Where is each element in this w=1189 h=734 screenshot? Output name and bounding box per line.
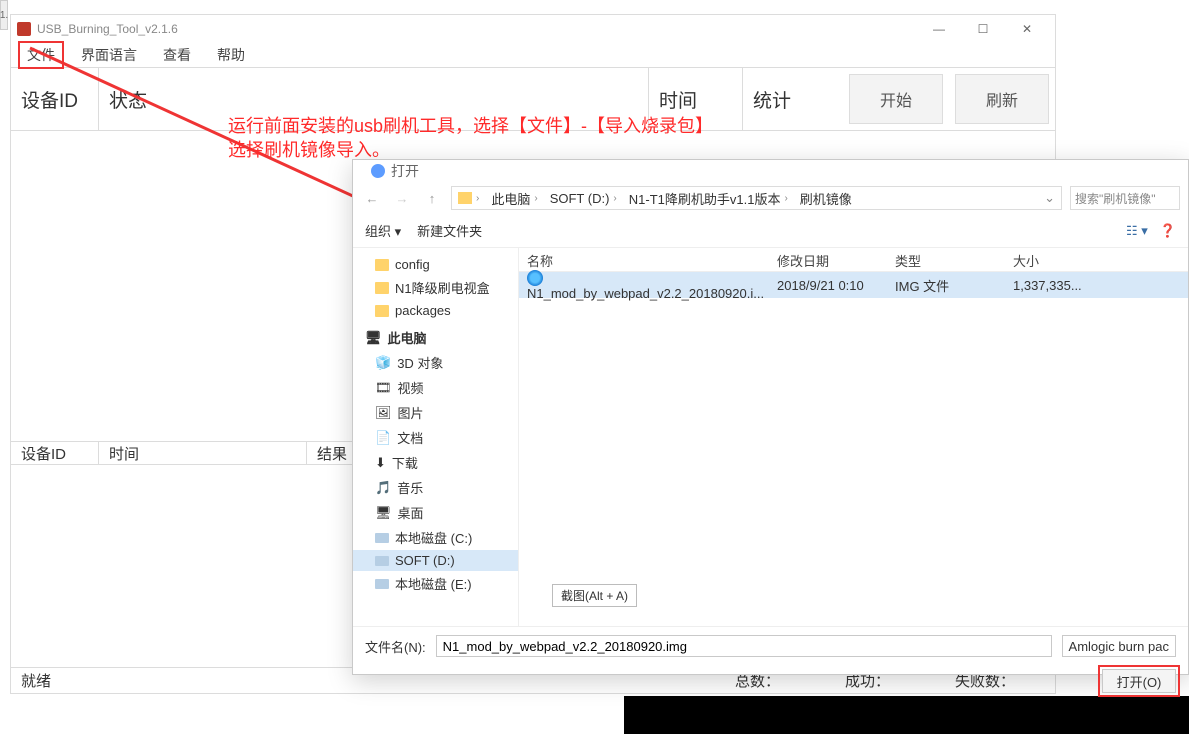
file-row[interactable]: N1_mod_by_webpad_v2.2_20180920.i... 2018… xyxy=(519,272,1188,298)
tree-item-3d-objects[interactable]: 🧊 3D 对象 xyxy=(353,350,518,375)
folder-icon xyxy=(458,192,472,204)
address-bar-row: ← → ↑ › 此电脑› SOFT (D:)› N1-T1降刷机助手v1.1版本… xyxy=(353,182,1188,214)
file-open-dialog: 打开 ← → ↑ › 此电脑› SOFT (D:)› N1-T1降刷机助手v1.… xyxy=(352,159,1189,675)
tree-item-music[interactable]: 🎵 音乐 xyxy=(353,475,518,500)
left-tab-strip: 1. xyxy=(0,0,8,30)
breadcrumb[interactable]: › 此电脑› SOFT (D:)› N1-T1降刷机助手v1.1版本› 刷机镜像… xyxy=(451,186,1062,210)
filename-label: 文件名(N): xyxy=(365,637,426,656)
tree-item-downloads[interactable]: ⬇ 下载 xyxy=(353,450,518,475)
nav-forward-button[interactable]: → xyxy=(391,187,413,209)
start-button[interactable]: 开始 xyxy=(849,74,943,124)
img-file-icon xyxy=(527,270,543,286)
tree-item-videos[interactable]: 🎞 视频 xyxy=(353,375,518,400)
file-date: 2018/9/21 0:10 xyxy=(769,275,887,296)
organize-button[interactable]: 组织 ▾ xyxy=(365,221,401,240)
col2-device-id[interactable]: 设备ID xyxy=(11,442,99,464)
filename-input[interactable] xyxy=(436,635,1052,657)
col-device-id[interactable]: 设备ID xyxy=(11,68,99,130)
tree-item-disk-c[interactable]: 本地磁盘 (C:) xyxy=(353,525,518,550)
help-button[interactable]: ❓ xyxy=(1160,223,1176,239)
search-input[interactable]: 搜索"刷机镜像" xyxy=(1070,186,1180,210)
view-mode-button[interactable]: ☷ ▾ xyxy=(1126,223,1148,239)
app-icon xyxy=(17,22,31,36)
tree-item-disk-d[interactable]: SOFT (D:) xyxy=(353,550,518,571)
file-filter-dropdown[interactable]: Amlogic burn pac xyxy=(1062,635,1176,657)
menu-help[interactable]: 帮助 xyxy=(211,44,251,66)
file-type: IMG 文件 xyxy=(887,273,1005,298)
status-ready: 就绪 xyxy=(11,670,61,691)
header-type[interactable]: 类型 xyxy=(887,248,1005,271)
file-list[interactable]: 名称 修改日期 类型 大小 N1_mod_by_webpad_v2.2_2018… xyxy=(519,248,1188,626)
header-date[interactable]: 修改日期 xyxy=(769,248,887,271)
menu-view[interactable]: 查看 xyxy=(157,44,197,66)
minimize-button[interactable]: — xyxy=(917,15,961,43)
dialog-titlebar[interactable]: 打开 xyxy=(353,160,1188,182)
dialog-title: 打开 xyxy=(391,161,419,181)
file-size: 1,337,335... xyxy=(1005,275,1188,296)
file-name: N1_mod_by_webpad_v2.2_20180920.i... xyxy=(527,286,764,301)
dialog-icon xyxy=(371,164,385,178)
dialog-toolbar: 组织 ▾ 新建文件夹 ☷ ▾ ❓ xyxy=(353,214,1188,248)
maximize-button[interactable]: ☐ xyxy=(961,15,1005,43)
col-stat[interactable]: 统计 xyxy=(743,68,843,130)
tree-item-config[interactable]: config xyxy=(353,254,518,275)
tree-item-desktop[interactable]: 🖥 桌面 xyxy=(353,500,518,525)
tooltip-screenshot: 截图(Alt + A) xyxy=(552,584,637,607)
tree-item-disk-e[interactable]: 本地磁盘 (E:) xyxy=(353,571,518,596)
tree-item-n1box[interactable]: N1降级刷电视盒 xyxy=(353,275,518,300)
close-button[interactable]: ✕ xyxy=(1005,15,1049,43)
tree-item-packages[interactable]: packages xyxy=(353,300,518,321)
tree-item-pictures[interactable]: 🖼 图片 xyxy=(353,400,518,425)
nav-up-button[interactable]: ↑ xyxy=(421,187,443,209)
header-size[interactable]: 大小 xyxy=(1005,248,1188,271)
menu-language[interactable]: 界面语言 xyxy=(75,44,143,66)
col2-time[interactable]: 时间 xyxy=(99,442,307,464)
crumb-dropdown-icon[interactable]: ⌄ xyxy=(1038,190,1061,206)
menu-file[interactable]: 文件 xyxy=(21,44,61,66)
menu-bar: 文件 界面语言 查看 帮助 xyxy=(11,43,1055,67)
folder-tree[interactable]: config N1降级刷电视盒 packages 🖥 此电脑 🧊 3D 对象 🎞… xyxy=(353,248,519,626)
tree-item-documents[interactable]: 📄 文档 xyxy=(353,425,518,450)
window-title: USB_Burning_Tool_v2.1.6 xyxy=(37,22,178,36)
filename-row: 文件名(N): Amlogic burn pac xyxy=(353,626,1188,665)
window-titlebar[interactable]: USB_Burning_Tool_v2.1.6 — ☐ ✕ xyxy=(11,15,1055,43)
annotation-text: 运行前面安装的usb刷机工具，选择【文件】-【导入烧录包】 选择刷机镜像导入。 xyxy=(228,114,713,162)
tree-item-this-pc[interactable]: 🖥 此电脑 xyxy=(353,325,518,350)
refresh-button[interactable]: 刷新 xyxy=(955,74,1049,124)
open-button[interactable]: 打开(O) xyxy=(1102,669,1176,693)
new-folder-button[interactable]: 新建文件夹 xyxy=(417,221,482,240)
nav-back-button[interactable]: ← xyxy=(361,187,383,209)
